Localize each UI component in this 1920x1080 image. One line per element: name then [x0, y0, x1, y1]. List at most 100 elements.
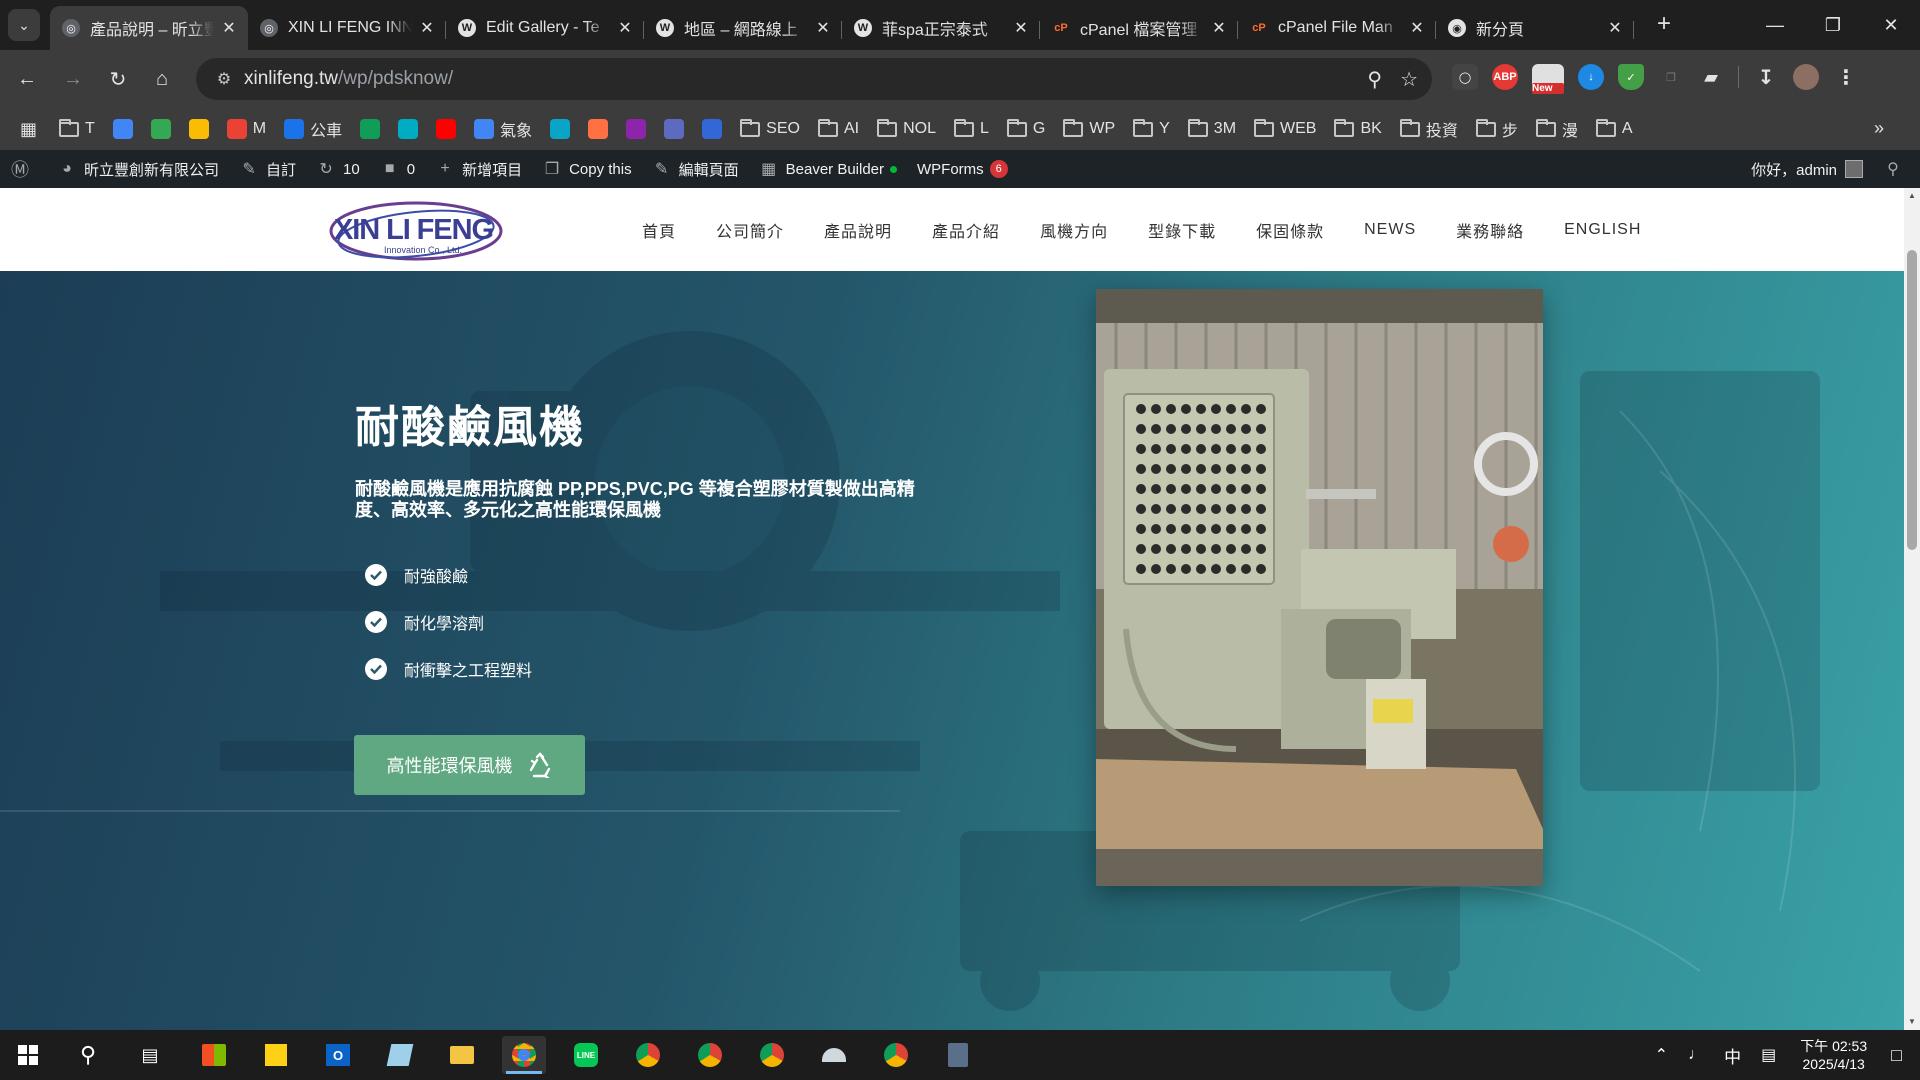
keyboard-icon[interactable]: ▤: [1761, 1045, 1776, 1065]
browser-tab[interactable]: cP cPanel 檔案管理 ✕: [1040, 9, 1238, 47]
new-extension-icon[interactable]: New: [1532, 64, 1564, 94]
shield-extension-icon[interactable]: ✓: [1618, 64, 1644, 90]
pinned-app[interactable]: [812, 1036, 856, 1074]
bookmark-item[interactable]: [398, 119, 424, 139]
chrome-profile-5[interactable]: [874, 1036, 918, 1074]
task-view-button[interactable]: ▤: [128, 1036, 172, 1074]
apps-grid-icon[interactable]: ▦: [20, 119, 37, 140]
clock[interactable]: 下午 02:53 2025/4/13: [1800, 1037, 1867, 1073]
new-tab-button[interactable]: +: [1650, 10, 1678, 38]
copy-extension-icon[interactable]: ❐: [1658, 64, 1684, 90]
bookmark-item[interactable]: M: [226, 119, 266, 139]
downloads-icon[interactable]: ↧: [1753, 64, 1779, 90]
chevron-up-icon[interactable]: ⌃: [1655, 1045, 1668, 1065]
bookmark-item[interactable]: A: [1595, 118, 1633, 138]
browser-tab[interactable]: cP cPanel File Man ✕: [1238, 9, 1436, 47]
profile-avatar[interactable]: [1793, 64, 1819, 90]
more-bookmarks-icon[interactable]: »: [1874, 118, 1884, 139]
search-button[interactable]: ⚲: [66, 1036, 110, 1074]
chrome-profile-3[interactable]: [688, 1036, 732, 1074]
chrome-profile-4[interactable]: [750, 1036, 794, 1074]
bookmark-item[interactable]: [550, 119, 576, 139]
wp-new-content[interactable]: + 新增項目: [425, 150, 532, 188]
bookmark-item[interactable]: WP: [1063, 118, 1115, 138]
wp-wpforms[interactable]: WPForms 6: [907, 150, 1018, 188]
puzzle-icon[interactable]: ▰: [1698, 64, 1724, 90]
nav-link[interactable]: ENGLISH: [1564, 221, 1641, 239]
bookmark-item[interactable]: SEO: [740, 118, 800, 138]
forward-button[interactable]: →: [58, 64, 88, 94]
bookmark-item[interactable]: [626, 119, 652, 139]
bookmark-item[interactable]: 公車: [284, 117, 342, 141]
nav-link[interactable]: 公司簡介: [716, 218, 784, 242]
bookmark-star-icon[interactable]: ☆: [1400, 67, 1418, 92]
browser-tab[interactable]: ◉ 新分頁 ✕: [1436, 9, 1634, 47]
close-tab-icon[interactable]: ✕: [616, 18, 634, 38]
nav-link[interactable]: 保固條款: [1256, 218, 1324, 242]
scroll-down-arrow[interactable]: ▼: [1904, 1014, 1920, 1030]
close-tab-icon[interactable]: ✕: [814, 18, 832, 38]
start-button[interactable]: [6, 1036, 50, 1074]
wp-search[interactable]: ⚲: [1873, 150, 1920, 188]
wp-site-name[interactable]: ◕ 昕立豐創新有限公司: [47, 150, 229, 188]
browser-tab[interactable]: W 菲spa正宗泰式 ✕: [842, 9, 1040, 47]
bookmark-item[interactable]: Y: [1133, 118, 1170, 138]
wp-logo-menu[interactable]: Ⓜ: [0, 150, 47, 188]
bookmark-item[interactable]: 投資: [1399, 117, 1458, 141]
wp-updates[interactable]: ↻ 10: [306, 150, 370, 188]
calculator-app[interactable]: [936, 1036, 980, 1074]
bookmark-item[interactable]: 步: [1475, 117, 1518, 141]
browser-tab[interactable]: ◎ 產品說明 – 昕立豐 ✕: [50, 6, 248, 50]
bookmark-item[interactable]: G: [1006, 118, 1045, 138]
wp-edit-page[interactable]: ✎ 編輯頁面: [642, 150, 749, 188]
close-tab-icon[interactable]: ✕: [1408, 18, 1426, 38]
wp-customize[interactable]: ✎ 自訂: [229, 150, 306, 188]
browser-tab[interactable]: ◎ XIN LI FENG INN ✕: [248, 9, 446, 47]
browser-tab[interactable]: W 地區 – 網路線上 ✕: [644, 9, 842, 47]
close-tab-icon[interactable]: ✕: [418, 18, 436, 38]
bookmark-item[interactable]: [664, 119, 690, 139]
home-button[interactable]: ⌂: [147, 64, 177, 94]
nav-link[interactable]: 首頁: [642, 218, 676, 242]
cta-button[interactable]: 高性能環保風機: [354, 735, 585, 795]
bookmark-item[interactable]: WEB: [1254, 118, 1316, 138]
site-info-icon[interactable]: ⚙: [204, 69, 244, 89]
bookmark-item[interactable]: 3M: [1187, 118, 1236, 138]
close-tab-icon[interactable]: ✕: [1012, 18, 1030, 38]
store-app[interactable]: [192, 1036, 236, 1074]
notification-icon[interactable]: □: [1891, 1045, 1902, 1066]
nav-link[interactable]: 型錄下載: [1148, 218, 1216, 242]
bookmark-item[interactable]: 氣象: [474, 117, 532, 141]
bookmark-item[interactable]: [702, 119, 728, 139]
bookmark-item[interactable]: T: [59, 118, 95, 138]
wp-copy-this[interactable]: ❐ Copy this: [532, 150, 642, 188]
site-logo[interactable]: XIN LI FENG Innovation Co., Ltd.: [326, 196, 506, 266]
nav-link[interactable]: NEWS: [1364, 221, 1416, 239]
line-app[interactable]: LINE: [564, 1036, 608, 1074]
nav-link[interactable]: 產品說明: [824, 218, 892, 242]
bookmark-item[interactable]: L: [953, 118, 989, 138]
scroll-thumb[interactable]: [1907, 250, 1917, 550]
glasses-extension-icon[interactable]: ◯: [1452, 64, 1478, 90]
url-text[interactable]: xinlifeng.tw/wp/pdsknow/: [244, 68, 453, 90]
nav-link[interactable]: 風機方向: [1040, 218, 1108, 242]
edge-legacy-app[interactable]: [378, 1036, 422, 1074]
chrome-profile-2[interactable]: [626, 1036, 670, 1074]
tab-search-button[interactable]: ⌄: [8, 9, 40, 41]
close-window-button[interactable]: ✕: [1862, 0, 1920, 50]
address-bar[interactable]: ⚙ xinlifeng.tw/wp/pdsknow/ ⚲ ☆: [196, 58, 1432, 100]
adblock-extension-icon[interactable]: ABP: [1492, 64, 1518, 90]
bookmark-item[interactable]: [588, 119, 614, 139]
zoom-icon[interactable]: ⚲: [1367, 67, 1382, 92]
bookmark-item[interactable]: BK: [1334, 118, 1382, 138]
wp-account[interactable]: 你好，admin: [1741, 150, 1873, 188]
wp-beaver-builder[interactable]: ▦ Beaver Builder: [749, 150, 907, 188]
close-tab-icon[interactable]: ✕: [1210, 18, 1228, 38]
menu-kebab-icon[interactable]: ⋮: [1833, 64, 1859, 90]
bookmark-item[interactable]: [112, 119, 139, 139]
browser-tab[interactable]: W Edit Gallery - Te ✕: [446, 9, 644, 47]
nav-link[interactable]: 業務聯絡: [1456, 218, 1524, 242]
volume-icon[interactable]: ♩: [1688, 1046, 1704, 1064]
sticky-notes-app[interactable]: [254, 1036, 298, 1074]
nav-link[interactable]: 產品介紹: [932, 218, 1000, 242]
